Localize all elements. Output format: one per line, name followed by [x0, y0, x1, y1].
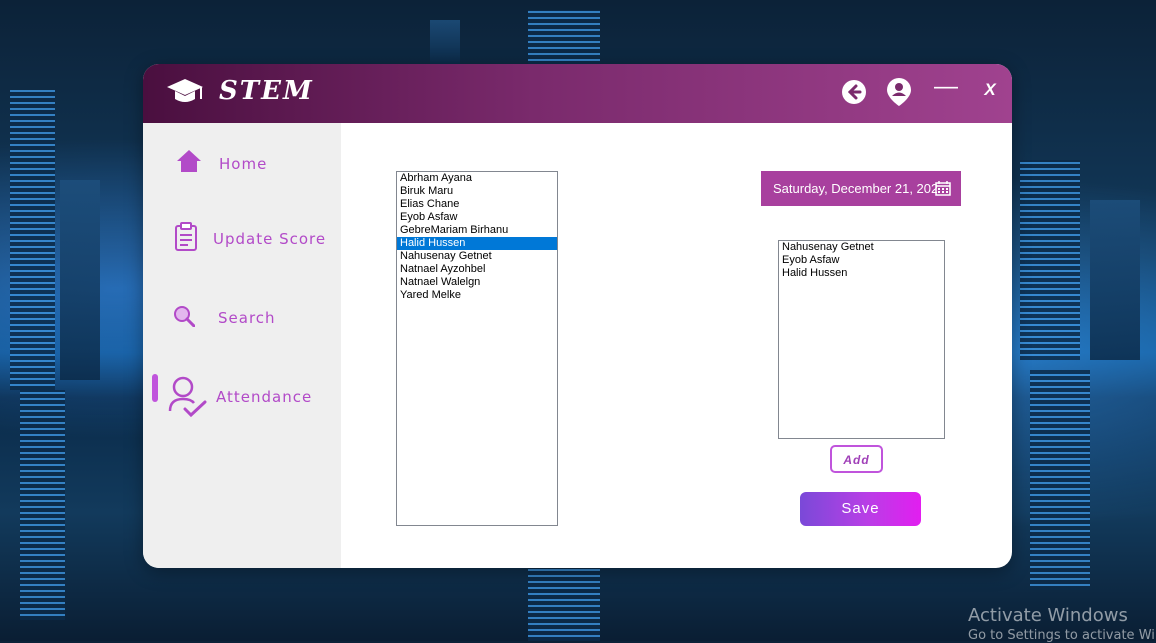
back-button[interactable]: [840, 78, 868, 106]
app-window: STEM — X Home Update Score Search Attend…: [143, 64, 1012, 568]
sidebar-item-label: Search: [218, 309, 276, 327]
title-bar: STEM — X: [143, 64, 1012, 123]
list-item[interactable]: Nahusenay Getnet: [779, 241, 944, 254]
sidebar-item-label: Home: [219, 155, 268, 173]
list-item[interactable]: Elias Chane: [397, 198, 557, 211]
clipboard-icon: [175, 222, 197, 251]
list-item[interactable]: Nahusenay Getnet: [397, 250, 557, 263]
save-button[interactable]: Save: [800, 492, 921, 526]
sidebar-item-label: Attendance: [216, 388, 313, 406]
list-item[interactable]: Natnael Walelgn: [397, 276, 557, 289]
list-item[interactable]: Yared Melke: [397, 289, 557, 302]
home-icon: [177, 150, 201, 172]
profile-button[interactable]: [886, 77, 914, 106]
list-item[interactable]: Abrham Ayana: [397, 172, 557, 185]
search-icon: [174, 306, 195, 327]
list-item[interactable]: GebreMariam Birhanu: [397, 224, 557, 237]
sidebar: [143, 123, 341, 568]
attendance-listbox[interactable]: Nahusenay Getnet Eyob Asfaw Halid Hussen: [778, 240, 945, 439]
back-arrow-icon: [842, 80, 866, 104]
list-item[interactable]: Halid Hussen: [779, 267, 944, 280]
sidebar-item-update-score[interactable]: Update Score: [143, 213, 341, 263]
list-item[interactable]: Eyob Asfaw: [397, 211, 557, 224]
close-button[interactable]: X: [976, 80, 1004, 108]
list-item[interactable]: Biruk Maru: [397, 185, 557, 198]
add-button[interactable]: Add: [830, 445, 883, 473]
sidebar-item-home[interactable]: Home: [143, 138, 341, 188]
graduation-cap-icon: [167, 79, 203, 102]
list-item[interactable]: Eyob Asfaw: [779, 254, 944, 267]
sidebar-item-search[interactable]: Search: [143, 292, 341, 342]
list-item[interactable]: Natnael Ayzohbel: [397, 263, 557, 276]
students-listbox[interactable]: Abrham Ayana Biruk Maru Elias Chane Eyob…: [396, 171, 558, 526]
calendar-icon[interactable]: [935, 180, 951, 196]
attendance-icon: [168, 376, 207, 418]
activate-windows-title: Activate Windows: [968, 605, 1128, 626]
date-picker[interactable]: Saturday, December 21, 2024: [761, 171, 961, 206]
sidebar-item-label: Update Score: [213, 230, 327, 248]
date-value: Saturday, December 21, 2024: [773, 181, 937, 196]
user-pin-icon: [887, 78, 911, 106]
list-item-selected[interactable]: Halid Hussen: [397, 237, 557, 250]
minimize-button[interactable]: —: [932, 75, 960, 105]
sidebar-item-attendance[interactable]: Attendance: [143, 371, 341, 421]
app-title: STEM: [219, 76, 314, 106]
